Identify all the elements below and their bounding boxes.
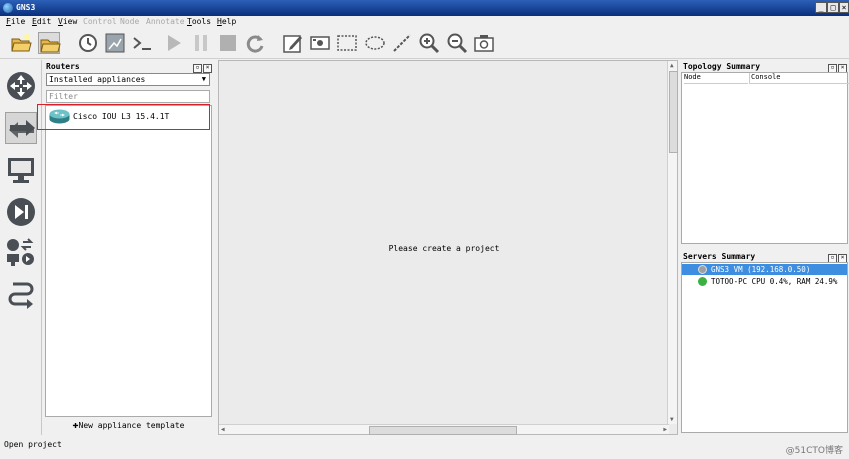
routers-dock-buttons: ▫ × — [192, 62, 212, 73]
column-header-console[interactable]: Console — [749, 73, 849, 84]
scroll-up-icon[interactable]: ▲ — [670, 62, 674, 69]
start-all-icon[interactable] — [163, 32, 185, 54]
open-project-icon[interactable] — [38, 32, 61, 54]
draw-line-icon[interactable] — [391, 32, 413, 54]
server-label: GNS3 VM (192.168.0.50) — [711, 265, 811, 274]
show-interface-labels-icon[interactable] — [104, 32, 126, 54]
menu-control[interactable]: Control — [83, 17, 117, 26]
browse-end-devices-icon[interactable] — [5, 154, 37, 186]
topology-table: Node Console — [681, 72, 849, 244]
server-row-gns3-vm[interactable]: GNS3 VM (192.168.0.50) — [682, 264, 847, 275]
gns3-logo-icon — [3, 3, 13, 13]
scroll-thumb[interactable] — [369, 426, 517, 435]
canvas-message: Please create a project — [388, 244, 500, 253]
routers-dock-title: Routers — [46, 62, 80, 71]
maximize-button[interactable]: □ — [827, 2, 839, 13]
insert-picture-icon[interactable] — [309, 32, 331, 54]
browse-all-devices-icon[interactable] — [5, 237, 37, 269]
reload-all-icon[interactable] — [244, 32, 266, 54]
server-status-icon — [698, 265, 707, 274]
draw-rectangle-icon[interactable] — [336, 32, 358, 54]
stop-all-icon[interactable] — [217, 32, 239, 54]
menu-annotate[interactable]: Annotate — [146, 17, 185, 26]
minimize-button[interactable]: _ — [815, 2, 827, 13]
server-row-local[interactable]: TOTOO-PC CPU 0.4%, RAM 24.9% — [682, 276, 847, 287]
vertical-scrollbar[interactable]: ▲ ▼ — [667, 61, 678, 424]
topology-canvas[interactable]: Please create a project ▲ ▼ ◀ ▶ — [218, 60, 678, 435]
close-button[interactable]: × — [839, 2, 849, 13]
window-title-bar: GNS3 _ □ × — [0, 0, 849, 16]
new-project-icon[interactable] — [10, 32, 32, 54]
server-label: TOTOO-PC CPU 0.4%, RAM 24.9% — [711, 277, 838, 286]
scroll-right-icon[interactable]: ▶ — [663, 426, 667, 433]
browse-security-devices-icon[interactable] — [5, 196, 37, 228]
menu-bar: File Edit View Control Node Annotate Too… — [0, 16, 849, 29]
zoom-in-icon[interactable] — [418, 32, 440, 54]
dock-float-icon[interactable]: ▫ — [193, 64, 202, 73]
new-template-label: New appliance template — [78, 421, 185, 430]
topology-summary-title: Topology Summary — [683, 62, 761, 71]
dropdown-value: Installed appliances — [49, 75, 146, 84]
chevron-down-icon: ▼ — [201, 75, 206, 83]
server-status-icon — [698, 277, 707, 286]
new-appliance-template-button[interactable]: ✚New appliance template — [43, 420, 214, 433]
scroll-thumb[interactable] — [669, 71, 678, 153]
console-all-icon[interactable] — [131, 32, 153, 54]
main-toolbar — [0, 29, 849, 59]
browse-routers-icon[interactable] — [5, 70, 37, 102]
topology-summary-dock: Topology Summary ▫ × Node Console — [680, 60, 849, 246]
status-text: Open project — [4, 440, 62, 449]
device-type-sidebar — [0, 60, 42, 435]
highlight-box — [37, 104, 210, 130]
status-bar: Open project @51CTO博客 — [0, 437, 849, 459]
snapshot-clock-icon[interactable] — [77, 32, 99, 54]
column-header-node[interactable]: Node — [684, 73, 748, 84]
browse-switches-icon[interactable] — [5, 112, 37, 144]
scroll-left-icon[interactable]: ◀ — [221, 426, 225, 433]
dock-close-icon[interactable]: × — [203, 64, 212, 73]
servers-summary-title: Servers Summary — [683, 252, 756, 261]
menu-edit[interactable]: Edit — [32, 17, 51, 26]
horizontal-scrollbar[interactable]: ◀ ▶ — [219, 424, 669, 435]
menu-node[interactable]: Node — [120, 17, 139, 26]
servers-list: GNS3 VM (192.168.0.50) TOTOO-PC CPU 0.4%… — [681, 262, 848, 433]
servers-summary-dock: Servers Summary ▫ × GNS3 VM (192.168.0.50… — [680, 250, 849, 435]
appliance-filter-dropdown[interactable]: Installed appliances ▼ — [46, 73, 210, 86]
add-link-icon[interactable] — [5, 280, 37, 312]
menu-tools[interactable]: Tools — [187, 17, 211, 26]
menu-file[interactable]: File — [6, 17, 25, 26]
draw-ellipse-icon[interactable] — [364, 32, 386, 54]
appliance-list: Cisco IOU L3 15.4.1T — [45, 105, 212, 417]
screenshot-icon[interactable] — [473, 32, 495, 54]
scroll-down-icon[interactable]: ▼ — [670, 416, 674, 423]
watermark-text: @51CTO博客 — [785, 446, 843, 456]
menu-view[interactable]: View — [58, 17, 77, 26]
window-title: GNS3 — [16, 3, 36, 12]
suspend-all-icon[interactable] — [190, 32, 212, 54]
add-note-icon[interactable] — [282, 32, 304, 54]
menu-help[interactable]: Help — [217, 17, 236, 26]
zoom-out-icon[interactable] — [446, 32, 468, 54]
appliance-search-input[interactable]: Filter — [46, 90, 210, 103]
